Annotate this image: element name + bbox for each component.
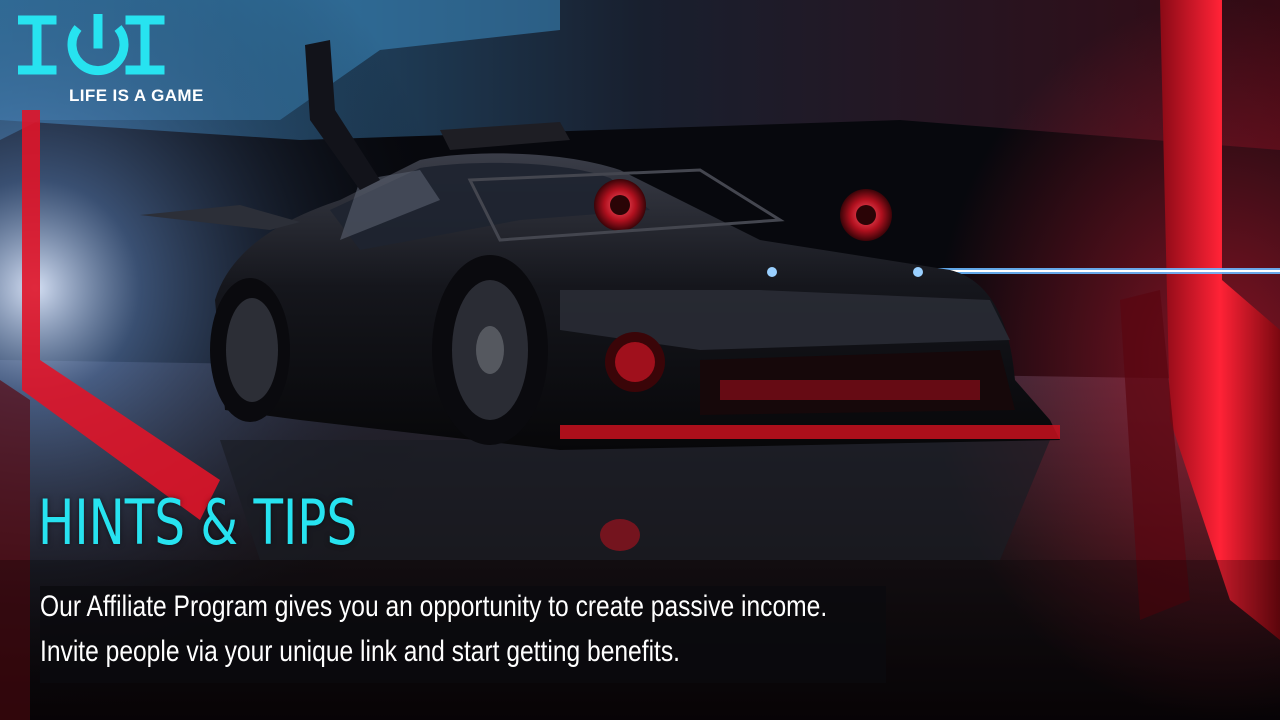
- info-text-line: Our Affiliate Program gives you an oppor…: [40, 590, 828, 623]
- info-text-line: Invite people via your unique link and s…: [40, 635, 681, 668]
- page-title: HINTS & TIPS: [38, 486, 358, 559]
- brand-logo[interactable]: LIFE IS A GAME: [18, 14, 203, 109]
- power-logo-icon: [18, 14, 165, 76]
- logo-tagline: LIFE IS A GAME: [69, 86, 204, 105]
- info-panel: Our Affiliate Program gives you an oppor…: [40, 586, 886, 683]
